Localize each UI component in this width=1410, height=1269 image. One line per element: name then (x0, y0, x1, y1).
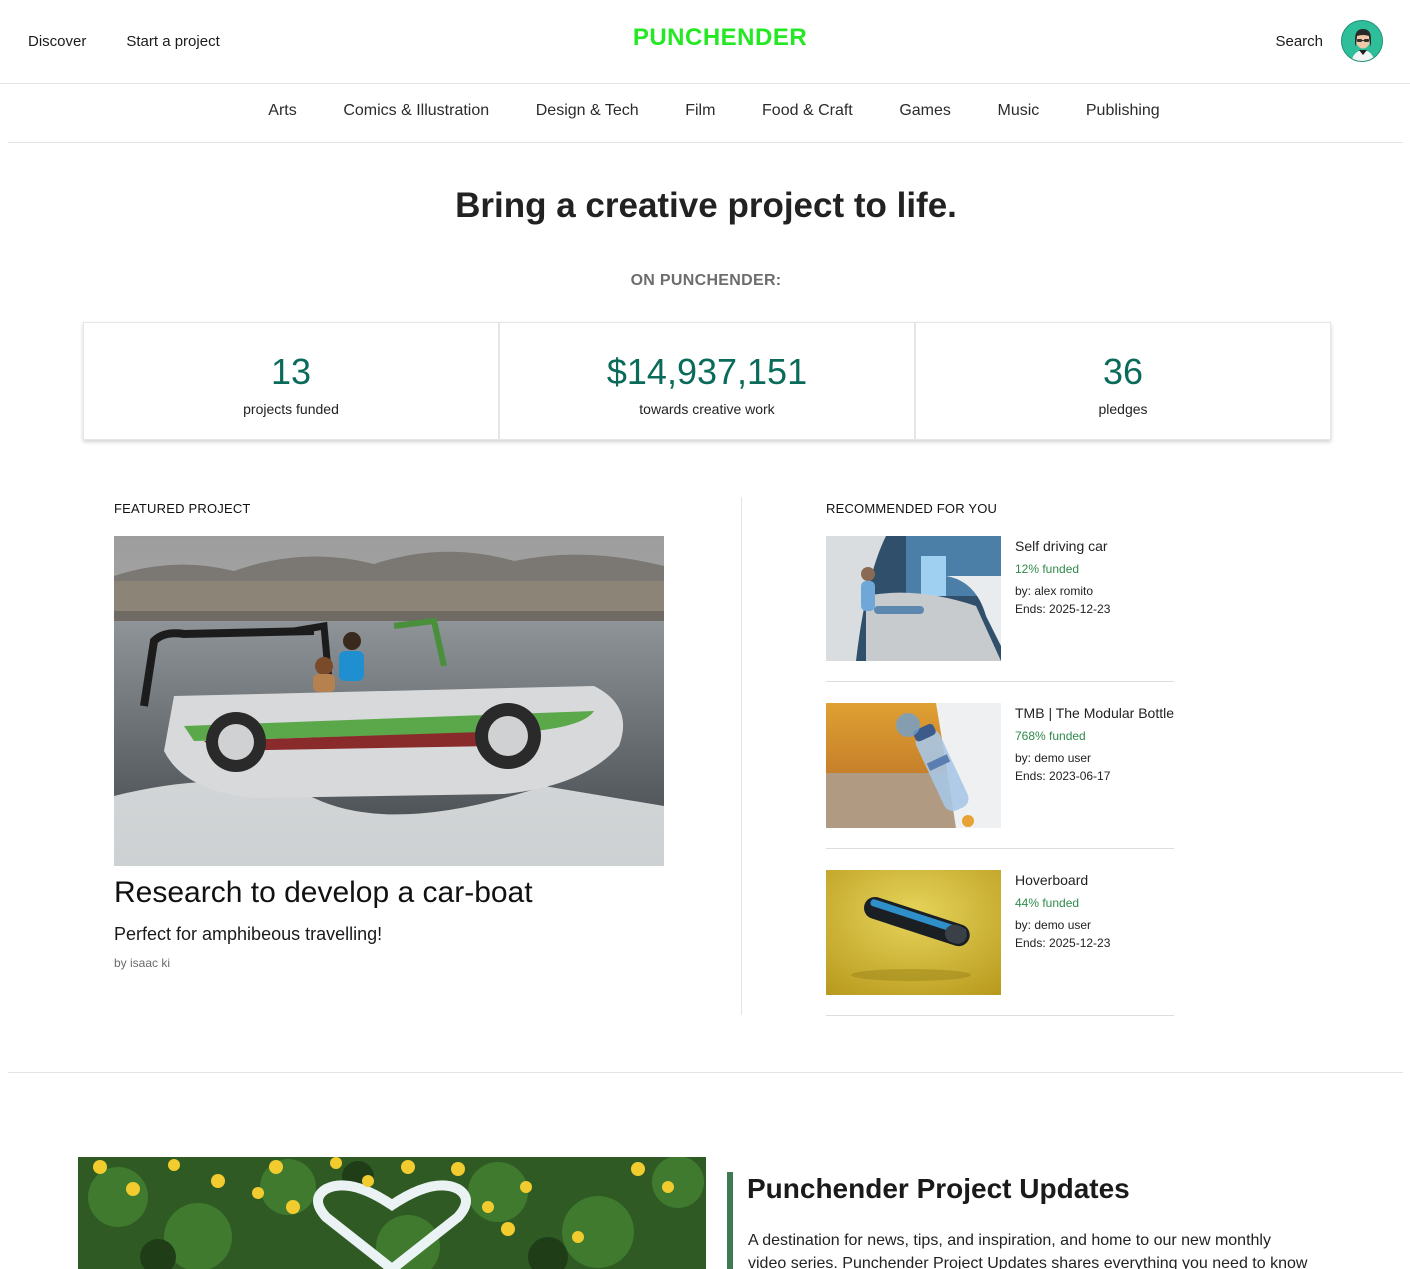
section-divider (741, 497, 742, 1015)
recommended-item[interactable]: Self driving car 12% funded by: alex rom… (826, 536, 1174, 682)
category-design-tech[interactable]: Design & Tech (512, 102, 661, 120)
car-boat-image (114, 536, 664, 866)
category-music[interactable]: Music (974, 102, 1062, 120)
featured-project-description: Perfect for amphibeous travelling! (114, 924, 383, 944)
recommended-info: Hoverboard 44% funded by: demo user Ends… (1015, 872, 1110, 950)
category-food-craft[interactable]: Food & Craft (739, 102, 876, 120)
creator-name: by: demo user (1015, 918, 1092, 932)
end-date: Ends: 2025-12-23 (1015, 602, 1111, 616)
user-avatar-icon[interactable] (1341, 20, 1383, 62)
end-date: Ends: 2025-12-23 (1015, 936, 1111, 950)
updates-description: A destination for news, tips, and inspir… (748, 1232, 1308, 1269)
flowers-heart-image (78, 1157, 706, 1269)
stat-label: pledges (1098, 401, 1148, 417)
recommended-title[interactable]: TMB | The Modular Bottle (1015, 705, 1174, 721)
featured-project-image[interactable] (114, 536, 664, 866)
search-link[interactable]: Search (1275, 33, 1323, 50)
recommended-thumbnail[interactable] (826, 703, 1001, 828)
recommended-section-label: RECOMMENDED FOR YOU (826, 501, 998, 516)
funded-percent: 44% funded (1015, 896, 1080, 910)
recommended-item[interactable]: TMB | The Modular Bottle 768% funded by:… (826, 703, 1174, 849)
self-driving-car-image (826, 536, 1001, 661)
stat-label: projects funded (243, 401, 339, 417)
creator-name: by: demo user (1015, 751, 1092, 765)
featured-project-title[interactable]: Research to develop a car-boat (114, 876, 533, 910)
stat-creative-work: $14,937,151 towards creative work (499, 322, 915, 440)
stat-pledges: 36 pledges (915, 322, 1331, 440)
category-comics-illustration[interactable]: Comics & Illustration (320, 102, 512, 120)
category-games[interactable]: Games (876, 102, 974, 120)
category-nav: Arts Comics & Illustration Design & Tech… (8, 84, 1403, 143)
creator-name: by: alex romito (1015, 584, 1094, 598)
recommended-info: TMB | The Modular Bottle 768% funded by:… (1015, 705, 1174, 783)
updates-title[interactable]: Punchender Project Updates (747, 1173, 1130, 1205)
modular-bottle-image (826, 703, 1001, 828)
stat-value: $14,937,151 (606, 351, 808, 392)
stat-label: towards creative work (639, 401, 775, 417)
recommended-info: Self driving car 12% funded by: alex rom… (1015, 538, 1110, 616)
stats-panel: 13 projects funded $14,937,151 towards c… (83, 322, 1331, 440)
category-arts[interactable]: Arts (245, 102, 320, 120)
avatar-portrait (1342, 21, 1382, 61)
stat-value: 36 (1102, 351, 1144, 392)
end-date: Ends: 2023-06-17 (1015, 769, 1111, 783)
site-logo[interactable]: PUNCHENDER (0, 24, 1410, 52)
on-platform-label: ON PUNCHENDER: (630, 272, 782, 289)
category-film[interactable]: Film (662, 102, 739, 120)
updates-accent-bar (727, 1172, 733, 1269)
recommended-thumbnail[interactable] (826, 536, 1001, 661)
page-divider (8, 1072, 1403, 1073)
funded-percent: 768% funded (1015, 729, 1086, 743)
featured-project-author: by isaac ki (114, 956, 171, 970)
funded-percent: 12% funded (1015, 562, 1080, 576)
recommended-title[interactable]: Hoverboard (1015, 872, 1110, 888)
hero-title: Bring a creative project to life. (455, 186, 957, 225)
updates-image[interactable] (78, 1157, 706, 1269)
category-publishing[interactable]: Publishing (1063, 102, 1183, 120)
recommended-thumbnail[interactable] (826, 870, 1001, 995)
recommended-title[interactable]: Self driving car (1015, 538, 1110, 554)
stat-value: 13 (270, 351, 312, 392)
featured-section-label: FEATURED PROJECT (114, 501, 251, 516)
stat-projects-funded: 13 projects funded (83, 322, 499, 440)
recommended-item[interactable]: Hoverboard 44% funded by: demo user Ends… (826, 870, 1174, 1016)
top-navbar: Discover Start a project PUNCHENDER Sear… (0, 0, 1410, 84)
hoverboard-image (826, 870, 1001, 995)
